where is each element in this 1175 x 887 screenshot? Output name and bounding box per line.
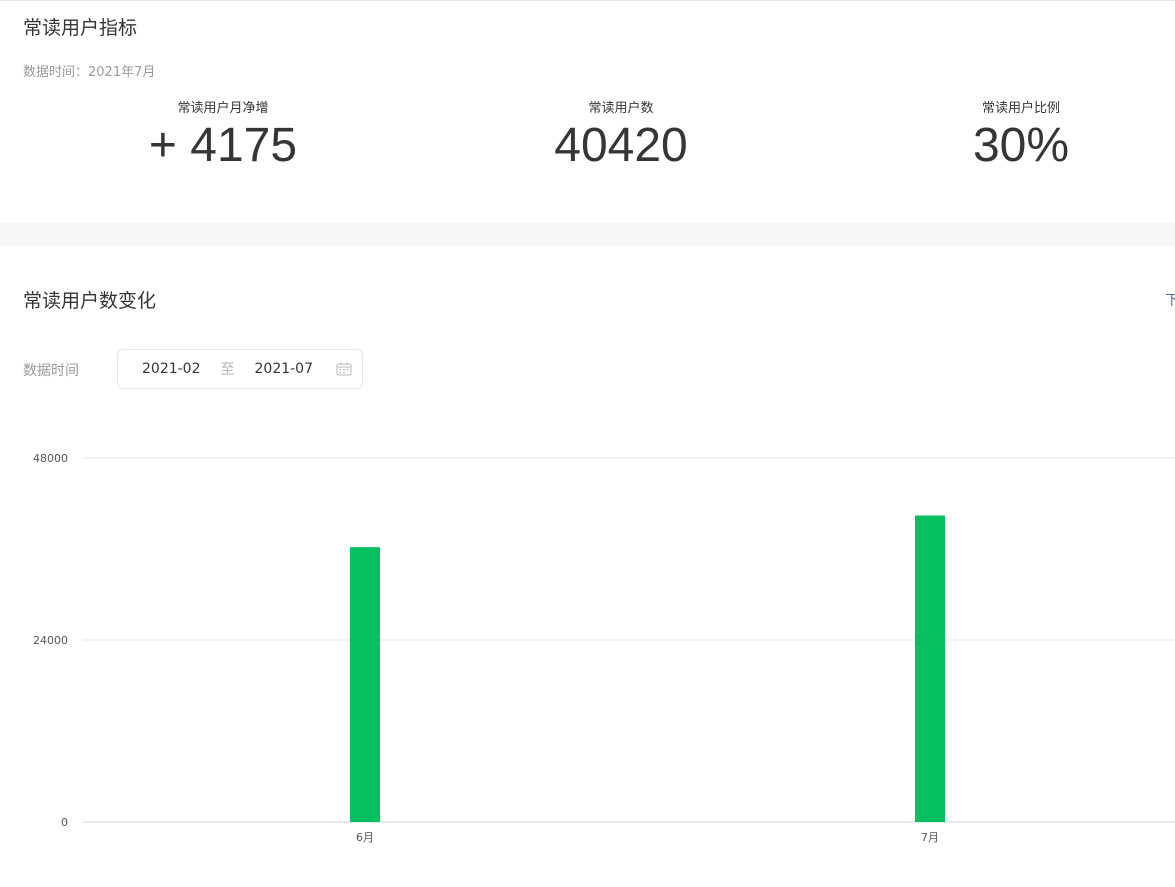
user-count-bar-chart: 0 24000 48000 6月 7月 bbox=[33, 452, 1175, 844]
bar bbox=[915, 515, 945, 822]
x-tick-label: 6月 bbox=[356, 831, 374, 844]
x-tick-label: 7月 bbox=[921, 831, 939, 844]
bar bbox=[350, 547, 380, 822]
y-tick-label: 48000 bbox=[33, 452, 68, 465]
y-tick-label: 24000 bbox=[33, 634, 68, 647]
y-tick-label: 0 bbox=[61, 816, 68, 829]
